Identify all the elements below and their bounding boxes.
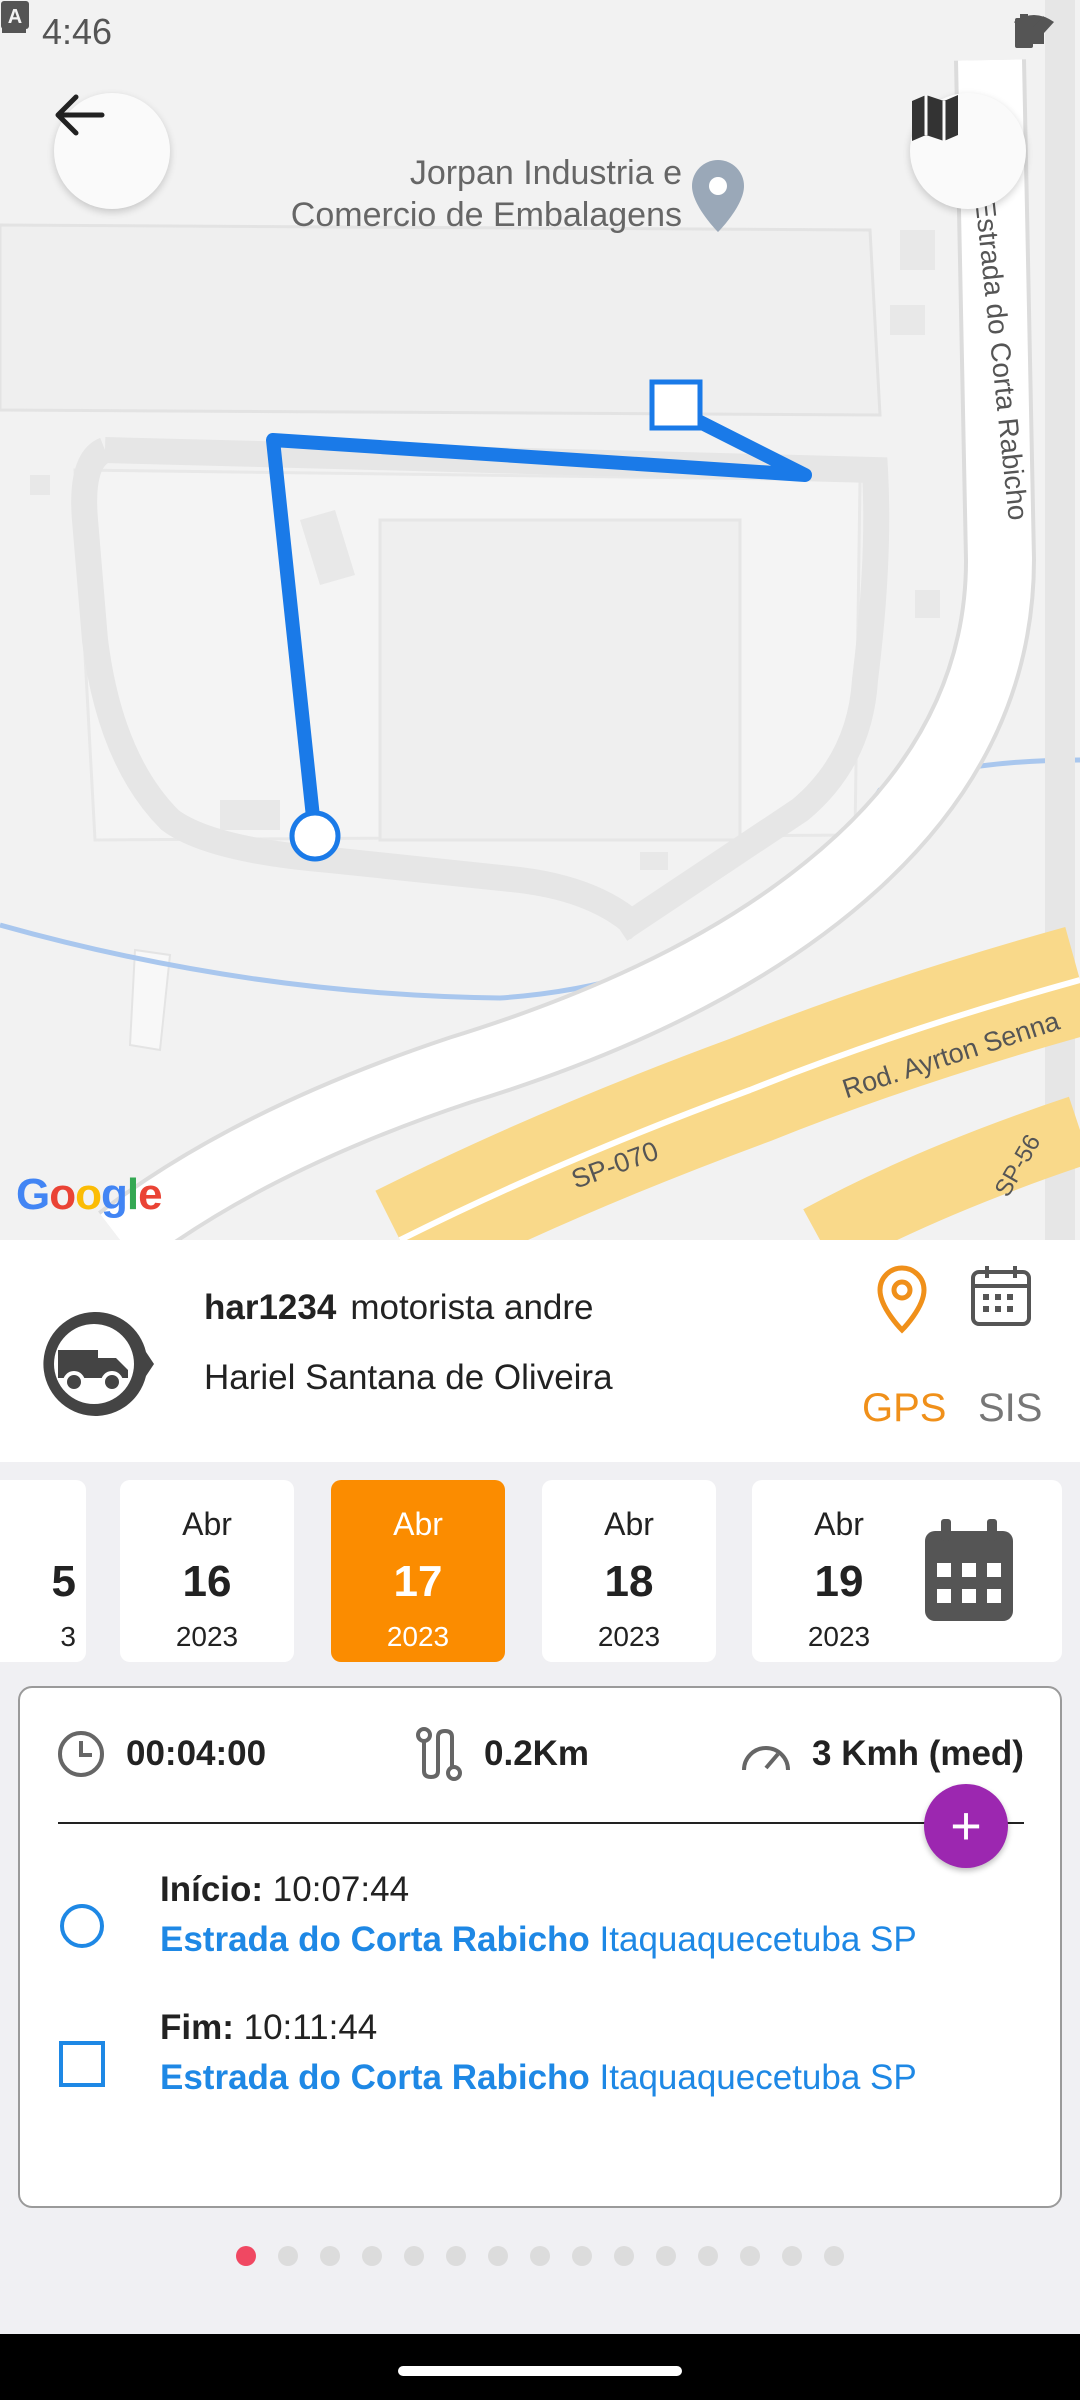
driver-name: Hariel Santana de Oliveira (204, 1358, 613, 1397)
start-time: 10:07:44 (272, 1870, 410, 1909)
app-screen: Jorpan Industria e Comercio de Embalagen… (0, 0, 1080, 2400)
start-circle-icon (60, 1904, 104, 1948)
calendar-button[interactable] (970, 1264, 1032, 1328)
date-picker-button[interactable] (876, 1480, 1062, 1662)
vehicle-plate: har1234 (204, 1288, 337, 1327)
end-city: Itaquaquecetuba SP (599, 2058, 917, 2097)
start-street: Estrada do Corta Rabicho (160, 1920, 590, 1959)
page-dot[interactable] (824, 2246, 844, 2266)
date-strip[interactable]: 5 3 Abr 16 2023 Abr 17 2023 Abr 18 2023 … (0, 1462, 1080, 1674)
date-month: Abr (604, 1506, 654, 1542)
back-button[interactable] (54, 93, 170, 209)
speed-value: 3 Kmh (med) (812, 1734, 1024, 1773)
end-street: Estrada do Corta Rabicho (160, 2058, 590, 2097)
date-month: Abr (182, 1506, 232, 1542)
partial-year: 3 (60, 1621, 76, 1652)
page-dot[interactable] (698, 2246, 718, 2266)
page-dot[interactable] (572, 2246, 592, 2266)
date-card-selected[interactable]: Abr 17 2023 (331, 1480, 505, 1662)
map-icon (912, 95, 958, 141)
speed-stat: 3 Kmh (med) (740, 1724, 1024, 1784)
trip-card[interactable]: 00:04:00 0.2Km 3 Kmh (med) + Início: 10:… (18, 1686, 1062, 2208)
end-square-icon (59, 2041, 105, 2087)
end-time-line: Fim: 10:11:44 (160, 2008, 377, 2048)
trip-divider (58, 1822, 1024, 1824)
tab-sis[interactable]: SIS (978, 1386, 1042, 1431)
start-address: Estrada do Corta Rabicho Itaquaquecetuba… (160, 1920, 917, 1960)
poi-label[interactable]: Jorpan Industria e Comercio de Embalagen… (262, 152, 682, 236)
clock-icon (58, 1731, 104, 1777)
driver-role: motorista andre (350, 1288, 594, 1327)
page-dot[interactable] (530, 2246, 550, 2266)
page-dot[interactable] (278, 2246, 298, 2266)
page-dot[interactable] (488, 2246, 508, 2266)
map-view[interactable]: Jorpan Industria e Comercio de Embalagen… (0, 0, 1080, 1240)
start-label: Início: (160, 1870, 264, 1909)
date-day: 18 (604, 1557, 654, 1606)
trip-section: 00:04:00 0.2Km 3 Kmh (med) + Início: 10:… (0, 1674, 1080, 2334)
date-card[interactable]: Abr 18 2023 (542, 1480, 716, 1662)
distance-value: 0.2Km (484, 1734, 590, 1773)
map-layers-button[interactable] (910, 93, 1026, 209)
date-day: 16 (182, 1557, 232, 1606)
date-card-partial[interactable]: 5 3 (0, 1480, 86, 1662)
calendar-icon (971, 1266, 1031, 1326)
svg-text:A: A (8, 6, 22, 28)
duration-value: 00:04:00 (126, 1734, 267, 1773)
end-label: Fim: (160, 2008, 234, 2047)
page-dot[interactable] (782, 2246, 802, 2266)
arrow-left-icon (55, 94, 105, 136)
location-pin-icon (877, 1265, 927, 1334)
home-gesture-bar[interactable] (398, 2366, 682, 2376)
date-year: 2023 (386, 1621, 450, 1652)
route-icon (416, 1727, 462, 1781)
page-dot[interactable] (656, 2246, 676, 2266)
driver-header: har1234 motorista andre (204, 1288, 594, 1328)
location-pin-button[interactable] (872, 1264, 932, 1334)
page-dot[interactable] (236, 2246, 256, 2266)
calendar-icon (925, 1519, 1013, 1621)
trip-start[interactable]: Início: 10:07:44 Estrada do Corta Rabich… (58, 1870, 1018, 1970)
date-year: 2023 (175, 1621, 239, 1652)
tab-gps[interactable]: GPS (862, 1386, 946, 1431)
navigation-bar (0, 2334, 1080, 2400)
end-time: 10:11:44 (243, 2008, 378, 2047)
start-time-line: Início: 10:07:44 (160, 1870, 409, 1910)
page-dot[interactable] (614, 2246, 634, 2266)
page-dot[interactable] (446, 2246, 466, 2266)
date-day: 17 (393, 1557, 443, 1606)
driver-panel: har1234 motorista andre Hariel Santana de… (0, 1240, 1080, 1462)
page-dot[interactable] (362, 2246, 382, 2266)
trip-end[interactable]: Fim: 10:11:44 Estrada do Corta Rabicho I… (58, 2008, 1018, 2108)
status-bar: 4:46 A (0, 0, 1080, 64)
google-attribution: Google (16, 1170, 163, 1219)
page-dot[interactable] (404, 2246, 424, 2266)
distance-stat: 0.2Km (414, 1724, 589, 1784)
speedometer-icon (742, 1746, 790, 1771)
add-button[interactable]: + (924, 1784, 1008, 1868)
date-month: Abr (393, 1506, 443, 1542)
date-card[interactable]: Abr 16 2023 (120, 1480, 294, 1662)
truck-avatar-icon (36, 1306, 156, 1426)
page-dot[interactable] (320, 2246, 340, 2266)
date-year: 2023 (597, 1621, 661, 1652)
duration-stat: 00:04:00 (56, 1724, 266, 1784)
end-address: Estrada do Corta Rabicho Itaquaquecetuba… (160, 2058, 917, 2098)
start-city: Itaquaquecetuba SP (599, 1920, 917, 1959)
partial-day: 5 (51, 1557, 76, 1606)
page-indicator[interactable] (236, 2246, 844, 2266)
status-time: 4:46 (42, 11, 113, 52)
page-dot[interactable] (740, 2246, 760, 2266)
